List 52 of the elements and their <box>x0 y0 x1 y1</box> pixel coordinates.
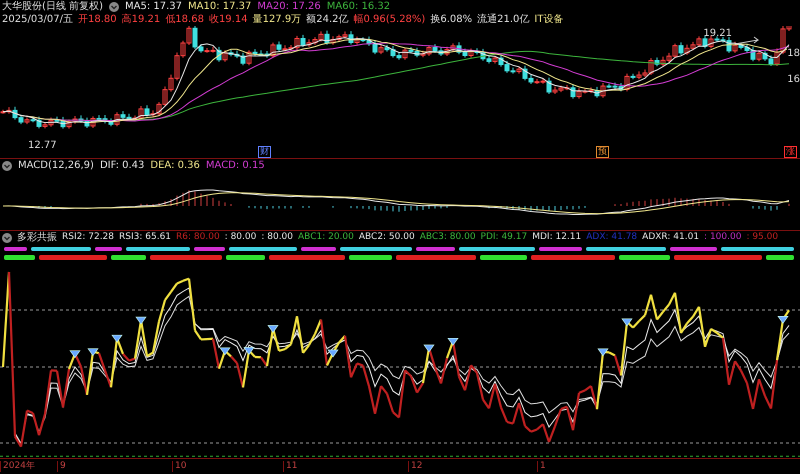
date-axis-label: 1 <box>537 461 546 472</box>
macd-value: DIF: 0.43 <box>100 159 144 172</box>
indicator-value: MDI: 12.11 <box>532 231 582 244</box>
moving-average-value: MA20: 17.26 <box>257 0 321 13</box>
quote-value: 收19.14 <box>208 13 248 26</box>
indicator-value: ABC2: 50.00 <box>358 231 415 244</box>
collapse-icon[interactable] <box>108 2 119 12</box>
high-price-label: 19.21 <box>703 28 732 39</box>
indicator-value: ADX: 41.78 <box>586 231 638 244</box>
date-label: 2025/03/07/五 <box>2 13 74 26</box>
quote-value: 换6.08% <box>430 13 472 26</box>
event-marker[interactable]: 财 <box>258 146 271 158</box>
indicator-value: RSI2: 72.28 <box>62 231 114 244</box>
indicator-value: : 100.00 <box>704 231 742 244</box>
event-marker[interactable]: 预 <box>596 146 609 158</box>
date-axis-label: 12 <box>408 461 422 472</box>
event-marker[interactable]: 涨 <box>784 146 797 158</box>
quote-value: 幅0.96(5.28%) <box>353 13 426 26</box>
collapse-icon[interactable] <box>2 160 12 170</box>
indicator-value: PDI: 49.17 <box>480 231 528 244</box>
indicator-value: : 95.00 <box>746 231 778 244</box>
arrow-icon <box>734 36 760 44</box>
quote-value: 额24.2亿 <box>306 13 348 26</box>
indicator-value: : 80.00 <box>261 231 294 244</box>
stock-title: 大华股份(日线 前复权) <box>2 0 103 13</box>
moving-average-value: MA60: 16.32 <box>326 0 390 13</box>
price-axis-label: 18 <box>787 48 800 59</box>
indicator-value: ABC1: 20.00 <box>298 231 354 244</box>
quote-value: 流通21.0亿 <box>477 13 530 26</box>
moving-average-value: MA5: 17.37 <box>124 0 182 13</box>
macd-title: MACD(12,26,9) <box>18 159 94 172</box>
indicator-title: 多彩共振 <box>17 231 57 244</box>
indicator-value: ABC3: 80.00 <box>420 231 476 244</box>
indicator-value: : 80.00 <box>224 231 256 244</box>
date-axis-label: 10 <box>172 461 186 472</box>
moving-average-value: MA10: 17.37 <box>188 0 252 13</box>
quote-value: 高19.21 <box>122 13 160 26</box>
quote-value: 低18.68 <box>165 13 204 26</box>
collapse-icon[interactable] <box>2 232 12 243</box>
low-price-label: 12.77 <box>28 140 57 151</box>
quote-value: 量127.9万 <box>252 13 302 26</box>
indicator-value: ADXR: 41.01 <box>642 231 700 244</box>
quote-value: 开18.80 <box>78 13 117 26</box>
date-axis-label: 9 <box>57 461 66 472</box>
date-axis-label: 11 <box>283 461 298 472</box>
indicator-value: R6: 80.00 <box>176 231 220 244</box>
indicator-value: RSI3: 65.61 <box>119 231 172 244</box>
quote-value: IT设备 <box>534 13 564 26</box>
macd-value: MACD: 0.15 <box>206 159 265 172</box>
macd-value: DEA: 0.36 <box>150 159 200 172</box>
price-axis-label: 16 <box>787 74 800 85</box>
date-axis-label: 2024年 <box>0 461 35 472</box>
